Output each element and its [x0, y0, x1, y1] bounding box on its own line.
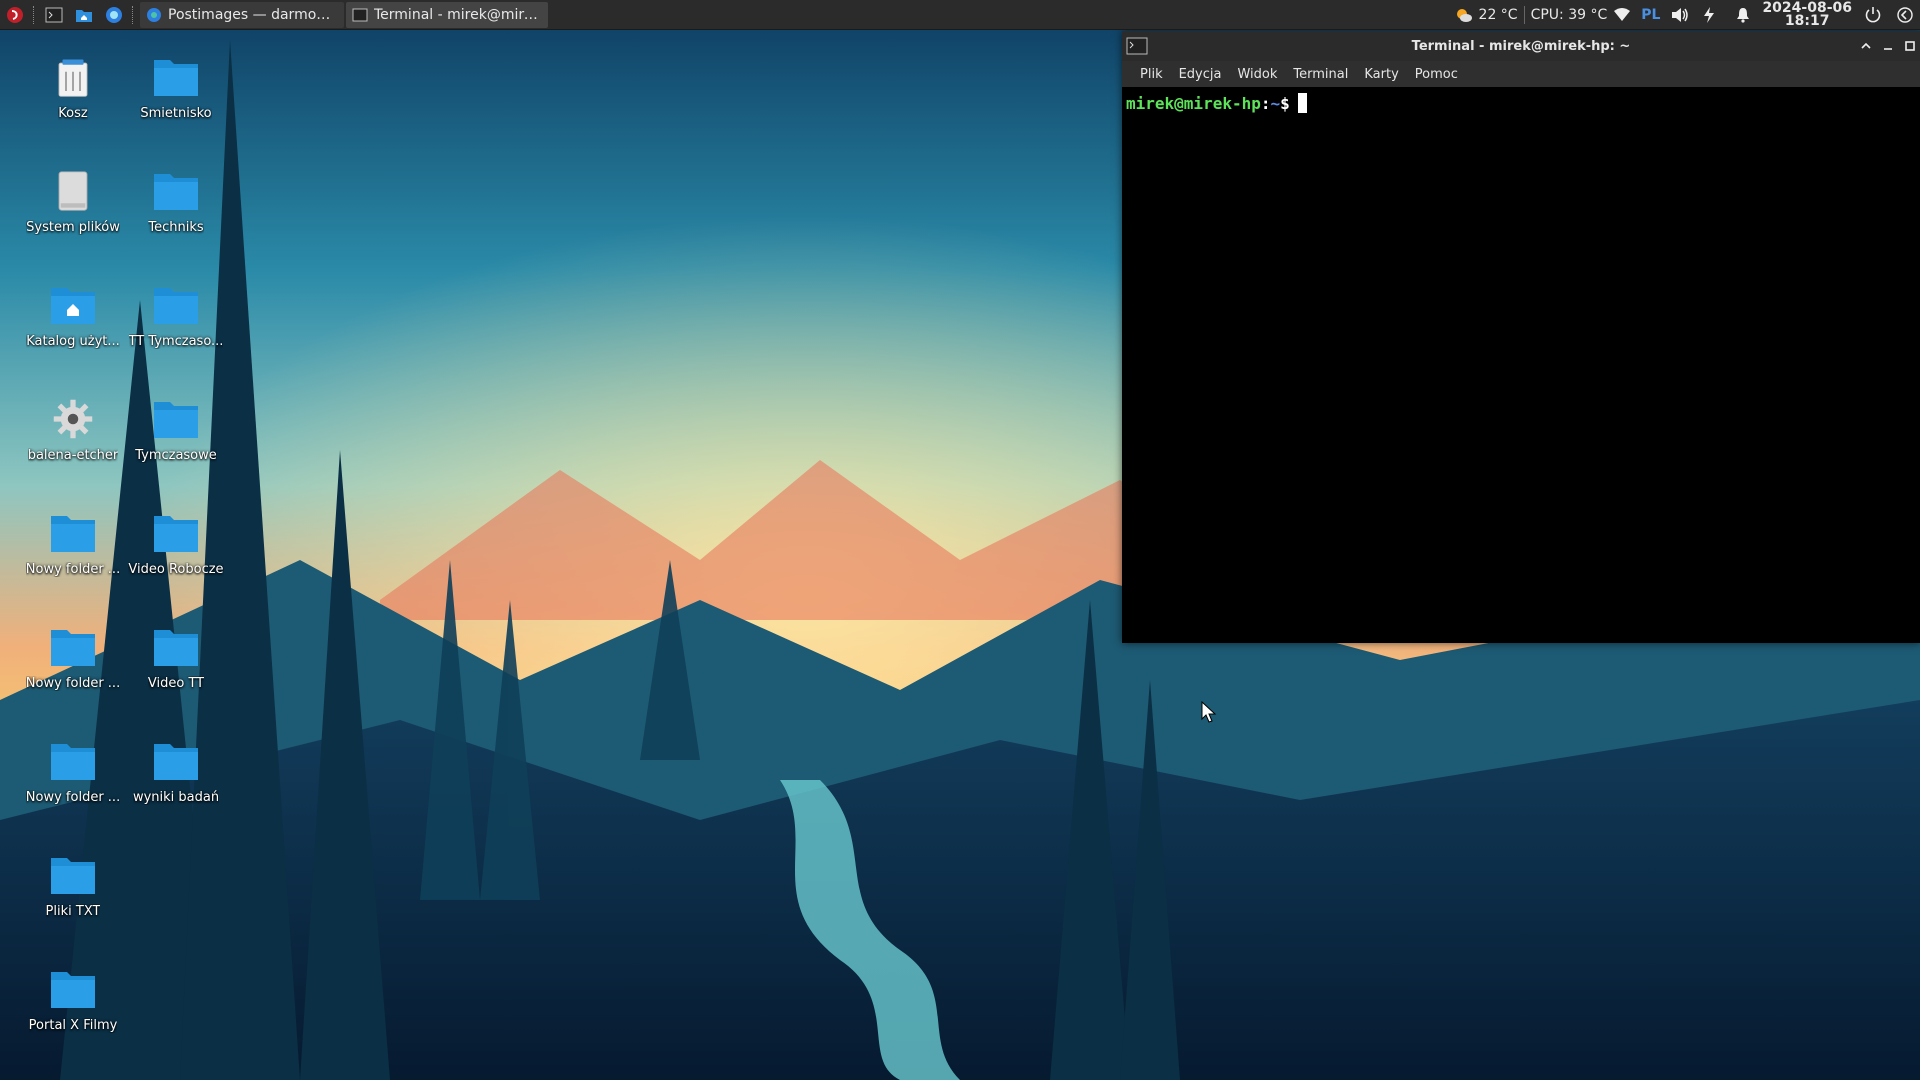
- application-menu-icon[interactable]: [3, 3, 27, 27]
- clock-time: 18:17: [1784, 13, 1830, 29]
- trash-icon: [58, 59, 88, 97]
- cpu-temperature[interactable]: CPU: 39 °C: [1531, 7, 1608, 23]
- terminal-launcher-icon[interactable]: [42, 3, 66, 27]
- desktop-icon-label: Tymczasowe: [135, 448, 217, 463]
- menu-item-tabs[interactable]: Karty: [1356, 67, 1406, 82]
- taskbar-separator: [33, 5, 36, 24]
- power-manager-icon[interactable]: [1702, 7, 1716, 23]
- folder-icon: [154, 288, 198, 324]
- folder-icon: [51, 630, 95, 666]
- terminal-titlebar[interactable]: Terminal - mirek@mirek-hp: ~: [1122, 31, 1920, 61]
- system-tray: 22 °C CPU: 39 °C PL 2024-08-06 18:17: [1455, 0, 1920, 30]
- desktop-icon-label: Kosz: [58, 106, 88, 121]
- maximize-icon[interactable]: [1904, 40, 1916, 52]
- desktop-icon-home-folder[interactable]: Katalog użyt...: [21, 284, 125, 349]
- terminal-menubar: Plik Edycja Widok Terminal Karty Pomoc: [1122, 61, 1920, 87]
- file-manager-launcher-icon[interactable]: [72, 3, 96, 27]
- volume-icon[interactable]: [1670, 7, 1690, 23]
- desktop-icon-label: wyniki badań: [132, 790, 220, 805]
- keyboard-layout-indicator[interactable]: PL: [1641, 7, 1660, 23]
- folder-icon: [154, 630, 198, 666]
- terminal-output[interactable]: mirek@mirek-hp:~$: [1122, 87, 1920, 119]
- desktop-icon-folder[interactable]: Śmietnisko: [124, 56, 228, 121]
- menu-item-edit[interactable]: Edycja: [1171, 67, 1230, 82]
- taskbar-launchers: Postimages — darmowy h... Terminal - mir…: [0, 0, 548, 30]
- desktop-icon-label: TT Tymczaso...: [128, 334, 224, 349]
- folder-icon: [154, 516, 198, 552]
- desktop-icon-folder[interactable]: Pliki TXT: [21, 854, 125, 919]
- folder-icon: [51, 858, 95, 894]
- desktop-icon-label: Śmietnisko: [140, 106, 212, 121]
- desktop-icon-folder[interactable]: Nowy folder ...: [21, 740, 125, 805]
- chevron-up-icon[interactable]: [1860, 40, 1872, 52]
- desktop-icon-label: Portal X Filmy: [28, 1018, 118, 1033]
- minimize-icon[interactable]: [1882, 40, 1894, 52]
- menu-item-terminal[interactable]: Terminal: [1285, 67, 1356, 82]
- taskbar-task-browser[interactable]: Postimages — darmowy h...: [140, 1, 344, 28]
- desktop-icon-folder[interactable]: wyniki badań: [124, 740, 228, 805]
- mouse-pointer-icon: [1201, 701, 1217, 723]
- drive-icon: [58, 171, 88, 211]
- desktop-icon-label: Techniks: [148, 220, 204, 235]
- taskbar-task-terminal[interactable]: Terminal - mirek@mirek-h...: [346, 1, 548, 28]
- desktop-icon-label: Video Robocze: [128, 562, 224, 577]
- desktop-icon-label: Nowy folder ...: [25, 676, 121, 691]
- clock[interactable]: 2024-08-06 18:17: [1762, 1, 1852, 29]
- folder-icon: [51, 516, 95, 552]
- folder-icon: [51, 972, 95, 1008]
- home-folder-icon: [51, 288, 95, 324]
- folder-icon: [154, 744, 198, 780]
- menu-item-view[interactable]: Widok: [1229, 67, 1285, 82]
- desktop-icon-folder[interactable]: Techniks: [124, 170, 228, 235]
- show-desktop-icon[interactable]: [1896, 6, 1914, 24]
- desktop-icon-balena-etcher[interactable]: balena-etcher: [21, 398, 125, 463]
- folder-icon: [154, 402, 198, 438]
- wifi-icon[interactable]: [1613, 8, 1631, 22]
- power-button-icon[interactable]: [1864, 6, 1882, 24]
- terminal-title: Terminal - mirek@mirek-hp: ~: [1411, 38, 1631, 54]
- folder-icon: [51, 744, 95, 780]
- notifications-bell-icon[interactable]: [1736, 7, 1750, 23]
- desktop-icon-folder[interactable]: Video Robocze: [124, 512, 228, 577]
- desktop-icon-folder[interactable]: Video TT: [124, 626, 228, 691]
- desktop-icon-folder[interactable]: Nowy folder ...: [21, 626, 125, 691]
- desktop-icon-label: System plików: [26, 220, 120, 235]
- menu-item-file[interactable]: Plik: [1132, 67, 1171, 82]
- desktop-icon-folder[interactable]: Portal X Filmy: [21, 968, 125, 1033]
- desktop-icon-folder[interactable]: Tymczasowe: [124, 398, 228, 463]
- prompt-separator: :: [1260, 94, 1271, 113]
- taskbar-task-title: Postimages — darmowy h...: [168, 6, 338, 23]
- terminal-icon: [352, 8, 368, 21]
- terminal-window[interactable]: Terminal - mirek@mirek-hp: ~ Plik Edycja…: [1122, 31, 1920, 643]
- weather-temperature[interactable]: 22 °C: [1479, 7, 1518, 23]
- desktop-icon-folder[interactable]: Nowy folder ...: [21, 512, 125, 577]
- browser-icon: [147, 7, 161, 22]
- desktop-icon-folder[interactable]: TT Tymczaso...: [124, 284, 228, 349]
- browser-launcher-icon[interactable]: [102, 3, 126, 27]
- desktop-icon-label: Nowy folder ...: [25, 790, 121, 805]
- folder-icon: [154, 174, 198, 210]
- taskbar: Postimages — darmowy h... Terminal - mir…: [0, 0, 1920, 30]
- desktop-icon-label: balena-etcher: [27, 448, 119, 463]
- prompt-user: mirek@mirek-hp: [1126, 94, 1261, 113]
- window-controls: [1860, 31, 1916, 61]
- desktop-icon-label: Nowy folder ...: [25, 562, 121, 577]
- folder-icon: [154, 60, 198, 96]
- desktop-icon-label: Video TT: [147, 676, 205, 691]
- menu-item-help[interactable]: Pomoc: [1407, 67, 1466, 82]
- taskbar-separator: [132, 5, 135, 24]
- taskbar-task-title: Terminal - mirek@mirek-h...: [374, 6, 542, 23]
- gear-icon: [53, 399, 93, 439]
- desktop-icon-label: Pliki TXT: [45, 904, 101, 919]
- prompt-path: ~: [1270, 94, 1281, 113]
- weather-icon[interactable]: [1455, 7, 1473, 23]
- desktop-icon-trash[interactable]: Kosz: [21, 56, 125, 121]
- prompt-symbol: $: [1280, 94, 1290, 113]
- desktop-icon-label: Katalog użyt...: [26, 334, 120, 349]
- text-cursor: [1297, 93, 1307, 113]
- desktop-icon-file-system[interactable]: System plików: [21, 170, 125, 235]
